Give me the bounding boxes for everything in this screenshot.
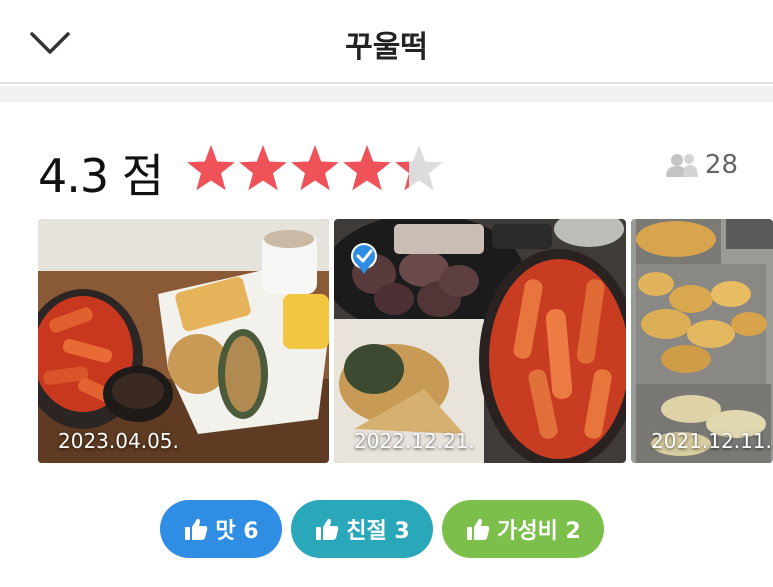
review-count: 28 <box>704 150 738 180</box>
top-header: 꾸울떡 <box>0 0 773 84</box>
photo-date: 2021.12.11. <box>651 429 772 453</box>
photo-date: 2022.12.21. <box>354 429 475 453</box>
star-filled <box>343 145 391 191</box>
star-filled <box>291 145 339 191</box>
thumbs-up-icon <box>467 518 490 540</box>
review-count-button[interactable]: 28 <box>665 150 738 180</box>
tag-kindness-chip[interactable]: 친절 3 <box>291 500 433 558</box>
thumbs-up-icon <box>316 518 339 540</box>
star-filled <box>187 145 235 191</box>
photo-strip[interactable]: 2023.04.05. 2022.12.21. 2021.12.11. <box>38 219 773 463</box>
review-photo[interactable]: 2022.12.21. <box>334 219 626 463</box>
tag-label: 친절 3 <box>346 519 410 544</box>
review-photo[interactable]: 2021.12.11. <box>631 219 773 463</box>
review-tags: 맛 6 친절 3 가성비 2 <box>0 500 773 558</box>
rating-row: 4.3 점 28 <box>38 140 738 203</box>
page-title: 꾸울떡 <box>345 30 428 65</box>
section-divider <box>0 86 773 102</box>
food-photo-fried-display <box>631 219 773 463</box>
photo-date: 2023.04.05. <box>58 429 179 453</box>
people-icon <box>665 154 698 177</box>
review-photo[interactable]: 2023.04.05. <box>38 219 329 463</box>
tag-taste-chip[interactable]: 맛 6 <box>160 500 282 558</box>
star-filled <box>239 145 287 191</box>
tag-label: 가성비 2 <box>497 519 581 544</box>
star-rating <box>187 145 443 191</box>
tag-label: 맛 6 <box>215 519 259 544</box>
food-photo-tteokbokki-fried <box>38 219 329 463</box>
rating-score: 4.3 점 <box>38 149 164 203</box>
thumbs-up-icon <box>185 518 208 540</box>
food-photo-sundae-tteokbokki <box>334 219 626 463</box>
tag-value-chip[interactable]: 가성비 2 <box>442 500 604 558</box>
